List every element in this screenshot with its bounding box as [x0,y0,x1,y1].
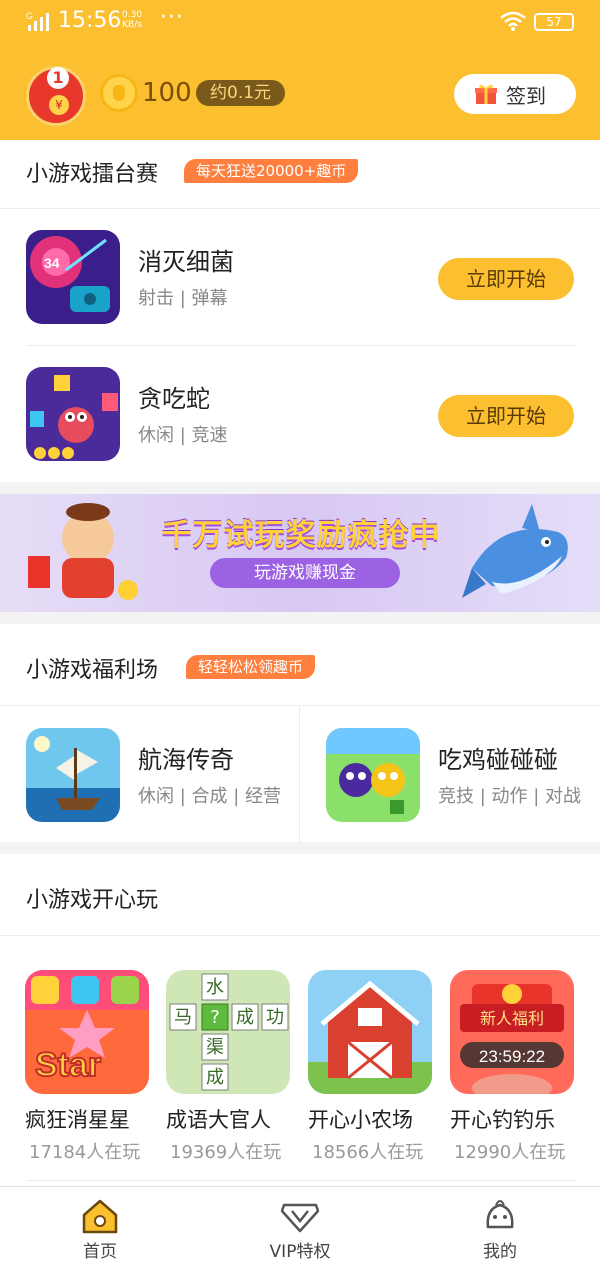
game-name: 消灭细菌 [138,248,234,276]
mascot-icon [28,503,138,600]
game-row[interactable]: 34 消灭细菌 射击 | 弹幕 立即开始 [0,208,600,344]
promo-banner[interactable]: 千万试玩奖励疯抢中 玩游戏赚现金 [0,494,600,612]
sailing-game-icon [26,728,120,822]
bottom-nav: 首页 VIP特权 我的 [0,1186,600,1267]
gift-icon [475,84,497,104]
nav-label: 首页 [83,1242,117,1262]
red-packet-badge: 1 [47,67,69,89]
shark-icon [462,504,568,598]
idiom-char: 渠 [206,1037,224,1058]
game-name: 贪吃蛇 [138,385,210,413]
net-speed-value: 0.30 [122,10,143,20]
fishing-icon-timer: 23:59:22 [479,1047,545,1066]
nav-item-vip[interactable]: VIP特权 [240,1187,360,1267]
arena-section: 小游戏擂台赛 每天狂送20000+趣币 34 消灭细菌 射击 | 弹幕 立即开始 [0,140,600,482]
checkin-button[interactable]: 签到 [454,74,576,114]
wifi-icon [500,11,526,31]
red-packet-button[interactable]: 1 ¥ [26,66,86,126]
star-game-icon: Star [25,970,149,1094]
idiom-char: ? [210,1007,220,1028]
chicken-game-icon [326,728,420,822]
player-count: 12990人在玩 [454,1142,566,1163]
nav-item-profile[interactable]: 我的 [440,1187,560,1267]
clock: 15:56 [58,8,122,33]
fishing-game-icon: 新人福利 23:59:22 [450,970,574,1094]
bacteria-game-icon: 34 [26,230,120,324]
game-tags: 休闲 | 合成 | 经营 [138,786,282,807]
coin-count: 100 [142,78,192,108]
snake-game-icon [26,367,120,461]
idiom-char: 水 [206,977,224,998]
section-title: 小游戏开心玩 [26,888,159,913]
fishing-icon-text: 新人福利 [480,1009,544,1028]
signal-icon: G [26,11,49,31]
game-name: 开心钓钓乐 [450,1108,555,1132]
start-button[interactable]: 立即开始 [438,258,574,300]
section-tag: 每天狂送20000+趣币 [184,159,359,183]
battery-icon: 57 [534,13,574,31]
game-row[interactable]: 贪吃蛇 休闲 | 竞速 立即开始 [0,345,600,481]
svg-text:34: 34 [44,255,60,271]
idiom-char: 马 [174,1007,192,1028]
game-name: 开心小农场 [308,1108,413,1132]
welfare-game-card[interactable]: 航海传奇 休闲 | 合成 | 经营 [0,706,299,842]
net-speed: 0.30 KB/s [122,10,142,30]
game-name: 航海传奇 [138,746,234,774]
net-speed-unit: KB/s [122,20,142,30]
yen-icon: ¥ [49,95,69,115]
header: G 15:56 0.30 KB/s ··· 57 1 ¥ 100 约0.1元 签… [0,0,600,140]
idiom-game-icon: 水 马 ? 成 功 渠 成 [166,970,290,1094]
player-count: 17184人在玩 [29,1142,141,1163]
vip-icon [280,1203,320,1233]
idiom-char: 成 [206,1067,224,1088]
start-button[interactable]: 立即开始 [438,395,574,437]
star-icon-text: Star [35,1046,101,1084]
section-tag: 轻轻松松领趣币 [186,655,316,679]
farm-game-icon [308,970,432,1094]
section-title: 小游戏擂台赛 [26,162,159,187]
banner-subtitle: 玩游戏赚现金 [210,558,400,588]
nav-label: VIP特权 [269,1242,331,1262]
home-icon [82,1199,118,1234]
game-name: 吃鸡碰碰碰 [438,746,558,774]
coin-icon [100,74,138,112]
player-count: 19369人在玩 [170,1142,282,1163]
game-tags: 休闲 | 竞速 [138,425,228,446]
profile-icon [486,1200,514,1229]
nav-item-home[interactable]: 首页 [40,1187,160,1267]
game-tags: 竞技 | 动作 | 对战 [438,786,582,807]
player-count: 18566人在玩 [312,1142,424,1163]
game-name: 疯狂消星星 [25,1108,130,1132]
section-title: 小游戏福利场 [26,658,159,683]
more-dots: ··· [160,5,184,30]
banner-title: 千万试玩奖励疯抢中 [161,518,441,553]
coin-value-badge: 约0.1元 [196,80,286,106]
welfare-game-card[interactable]: 吃鸡碰碰碰 竞技 | 动作 | 对战 [300,706,600,842]
checkin-label: 签到 [506,84,546,108]
game-name: 成语大官人 [166,1108,271,1132]
idiom-char: 功 [266,1007,284,1028]
game-tags: 射击 | 弹幕 [138,288,228,309]
nav-label: 我的 [483,1242,517,1262]
idiom-char: 成 [236,1007,254,1028]
status-bar: G 15:56 0.30 KB/s ··· 57 [0,0,600,46]
network-type: G [26,11,33,21]
